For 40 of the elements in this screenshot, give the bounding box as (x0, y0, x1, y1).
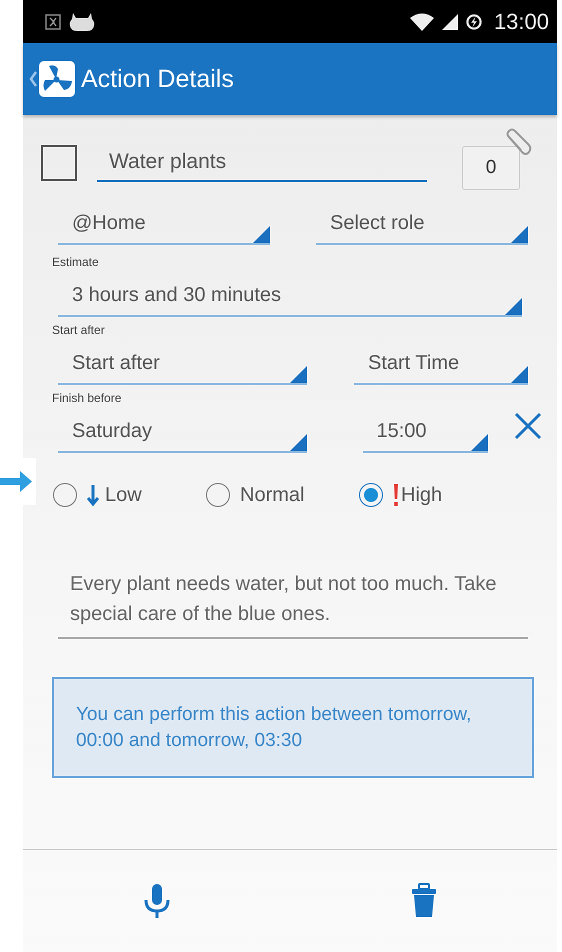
robot-head-icon (69, 12, 95, 30)
down-arrow-icon (87, 483, 99, 507)
field-label: Finish before (52, 390, 122, 407)
priority-label: High (401, 484, 442, 506)
signal-icon (442, 14, 458, 30)
dropdown[interactable]: Select role (316, 205, 528, 245)
dropdown-corner-icon (511, 366, 528, 383)
trash-button[interactable] (410, 883, 438, 919)
screen-title: Action Details (81, 64, 234, 94)
microphone-button[interactable] (142, 883, 170, 919)
notes-field[interactable]: Every plant needs water, but not too much. Take special care of the blue ones. (58, 569, 528, 639)
dropdown-corner-icon (253, 226, 270, 243)
dropdown-corner-icon (290, 434, 307, 451)
attachment-count-button[interactable]: 0 (462, 146, 520, 190)
exclamation-icon (393, 483, 399, 507)
title-field[interactable]: Water plants (97, 144, 427, 182)
battery-charging-icon (466, 14, 482, 30)
done-checkbox[interactable] (41, 145, 77, 181)
dropdown[interactable]: @Home (58, 205, 270, 245)
date-dropdown[interactable]: Start after (58, 345, 307, 385)
close-button[interactable] (513, 411, 543, 441)
back-button[interactable] (29, 61, 75, 97)
info-text: You can perform this action between tomorrow, 00:00 and tomorrow, 03:30 (76, 702, 472, 752)
priority-label: Low (105, 484, 142, 506)
field-label: Estimate (52, 254, 100, 271)
clock-text: 13:00 (494, 8, 549, 34)
dropdown-corner-icon (290, 366, 307, 383)
date-dropdown[interactable]: Saturday (58, 413, 307, 453)
time-dropdown[interactable]: Start Time (354, 345, 528, 385)
app-notification-icon (45, 14, 61, 30)
dropdown-corner-icon (505, 298, 522, 315)
dropdown[interactable]: 3 hours and 30 minutes (58, 277, 522, 317)
wifi-icon (410, 12, 434, 30)
field-label: Start after (52, 322, 106, 339)
fan-logo-icon (39, 61, 75, 97)
dropdown-corner-icon (470, 434, 488, 451)
time-dropdown[interactable]: 15:00 (362, 413, 488, 453)
back-chevron-icon (29, 71, 37, 87)
dropdown-corner-icon (511, 226, 528, 243)
priority-label: Normal (240, 484, 304, 506)
